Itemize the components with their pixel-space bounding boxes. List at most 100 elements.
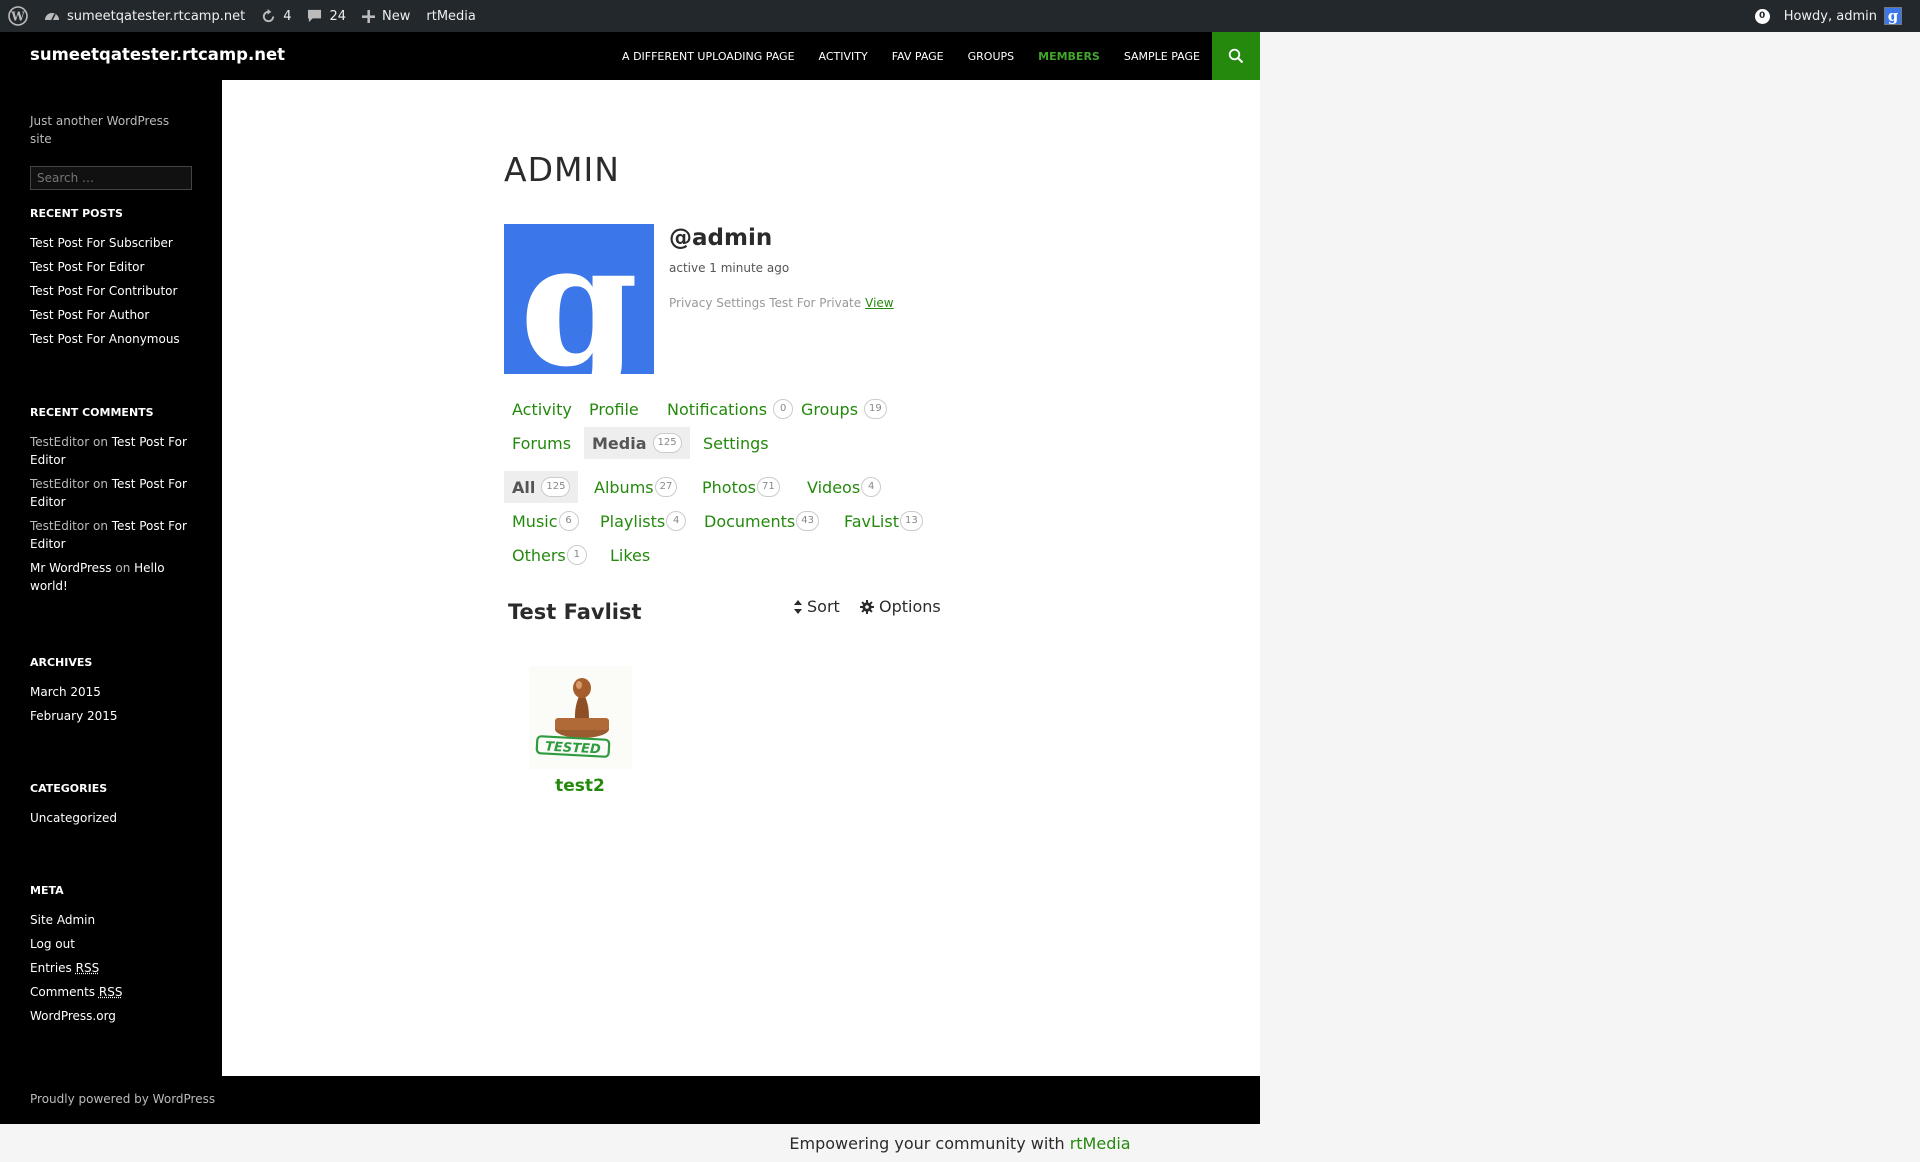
notifications-bubble[interactable]: 0 xyxy=(1754,8,1770,24)
tab-media[interactable]: Media 125 xyxy=(584,427,690,459)
tab-label: Photos xyxy=(702,477,756,497)
admin-bar-site-link[interactable]: sumeetqatester.rtcamp.net xyxy=(36,0,253,32)
tab-forums[interactable]: Forums xyxy=(504,427,579,459)
tab-label: Albums xyxy=(594,477,654,497)
comments-count: 24 xyxy=(329,8,347,24)
site-tagline: Just another WordPress site xyxy=(30,114,170,146)
admin-bar-comments[interactable]: 24 xyxy=(299,0,354,32)
options-button[interactable]: Options xyxy=(860,597,941,616)
sort-icon xyxy=(794,599,802,614)
recent-post-link[interactable]: Test Post For Editor xyxy=(30,258,200,276)
entries-rss-link[interactable]: Entries RSS xyxy=(30,959,200,977)
archives-heading: ARCHIVES xyxy=(30,656,93,669)
recent-post-link[interactable]: Test Post For Contributor xyxy=(30,282,200,300)
comment-on: on xyxy=(92,435,108,449)
category-link[interactable]: Uncategorized xyxy=(30,809,200,827)
admin-bar-new[interactable]: New xyxy=(354,0,418,32)
header-site-title[interactable]: sumeetqatester.rtcamp.net xyxy=(30,45,285,64)
admin-bar-updates[interactable]: 4 xyxy=(253,0,299,32)
stamp-text: TESTED xyxy=(545,740,602,758)
rtmedia-link[interactable]: rtMedia xyxy=(1070,1134,1131,1153)
search-icon xyxy=(1228,48,1244,64)
media-tab-music[interactable]: Music 6 xyxy=(504,505,587,537)
comment-author-link[interactable]: Mr WordPress xyxy=(30,561,112,575)
nav-item-uploading-page[interactable]: A DIFFERENT UPLOADING PAGE xyxy=(610,50,807,63)
recent-post-link[interactable]: Test Post For Subscriber xyxy=(30,234,200,252)
media-tab-others[interactable]: Others 1 xyxy=(504,539,595,571)
media-tab-documents[interactable]: Documents 43 xyxy=(696,505,827,537)
meta-heading: META xyxy=(30,884,64,897)
media-tab-videos[interactable]: Videos 4 xyxy=(799,471,889,503)
new-label: New xyxy=(382,8,411,24)
recent-comments-widget: RECENT COMMENTS TestEditor on Test Post … xyxy=(30,406,200,601)
recent-post-link[interactable]: Test Post For Author xyxy=(30,306,200,324)
media-tab-likes[interactable]: Likes xyxy=(602,539,658,571)
howdy-account-menu[interactable]: Howdy, admin xyxy=(1784,9,1877,24)
meta-widget: META Site Admin Log out Entries RSS Comm… xyxy=(30,884,200,1031)
categories-heading: CATEGORIES xyxy=(30,782,108,795)
media-tab-albums[interactable]: Albums 27 xyxy=(586,471,685,503)
media-tab-photos[interactable]: Photos 71 xyxy=(694,471,788,503)
profile-avatar[interactable]: g xyxy=(504,224,654,374)
nav-item-activity[interactable]: ACTIVITY xyxy=(807,50,880,63)
comments-label: Comments xyxy=(30,985,96,999)
count-badge: 27 xyxy=(654,477,678,497)
wordpress-org-link[interactable]: WordPress.org xyxy=(30,1007,200,1025)
tab-settings[interactable]: Settings xyxy=(695,427,777,459)
count-badge: 43 xyxy=(796,511,819,531)
tab-label: All xyxy=(512,477,536,497)
comment-author: TestEditor xyxy=(30,435,90,449)
gallery-title: Test Favlist xyxy=(508,600,642,624)
tab-profile[interactable]: Profile xyxy=(581,393,647,425)
user-avatar-icon[interactable]: g xyxy=(1884,7,1902,25)
comments-rss-link[interactable]: Comments RSS xyxy=(30,983,200,1001)
svg-text:g: g xyxy=(520,224,639,374)
count-badge: 0 xyxy=(773,399,794,419)
archive-link[interactable]: February 2015 xyxy=(30,707,200,725)
nav-item-sample-page[interactable]: SAMPLE PAGE xyxy=(1112,50,1212,63)
site-admin-link[interactable]: Site Admin xyxy=(30,911,200,929)
tab-label: Media xyxy=(592,433,647,453)
tab-label: Videos xyxy=(807,477,861,497)
comment-author: TestEditor xyxy=(30,519,90,533)
archive-link[interactable]: March 2015 xyxy=(30,683,200,701)
tab-label: Documents xyxy=(704,511,796,531)
recent-comment: TestEditor on Test Post For Editor xyxy=(30,433,200,469)
tab-activity[interactable]: Activity xyxy=(504,393,580,425)
media-title-link[interactable]: test2 xyxy=(504,776,656,796)
media-tab-playlists[interactable]: Playlists 4 xyxy=(592,505,694,537)
nav-item-members[interactable]: MEMBERS xyxy=(1026,50,1112,63)
tab-notifications[interactable]: Notifications 0 xyxy=(659,393,801,425)
tab-label: FavList xyxy=(844,511,899,531)
header-search-button[interactable] xyxy=(1212,32,1260,80)
wordpress-logo-icon[interactable]: W xyxy=(0,0,36,32)
tab-groups[interactable]: Groups 19 xyxy=(793,393,895,425)
media-thumbnail[interactable]: TESTED xyxy=(529,666,632,769)
count-badge: 19 xyxy=(864,399,887,419)
comment-on: on xyxy=(92,477,108,491)
nav-item-fav-page[interactable]: FAV PAGE xyxy=(880,50,956,63)
admin-bar-site-name: sumeetqatester.rtcamp.net xyxy=(67,8,246,24)
recent-post-link[interactable]: Test Post For Anonymous xyxy=(30,330,200,348)
powered-by-link[interactable]: Proudly powered by WordPress xyxy=(30,1092,215,1106)
comment-on: on xyxy=(115,561,131,575)
count-badge: 71 xyxy=(756,477,780,497)
count-badge: 13 xyxy=(899,511,923,531)
admin-bar-rtmedia[interactable]: rtMedia xyxy=(418,0,484,32)
page-title: ADMIN xyxy=(504,150,620,189)
tab-label: Forums xyxy=(512,433,572,453)
tab-label: Others xyxy=(512,545,566,565)
privacy-view-link[interactable]: View xyxy=(865,296,893,310)
media-tab-favlist[interactable]: FavList 13 xyxy=(836,505,931,537)
tab-label: Profile xyxy=(589,399,639,419)
sidebar-search-input[interactable] xyxy=(30,166,192,190)
tested-stamp-image: TESTED xyxy=(529,666,632,769)
refresh-icon xyxy=(263,8,275,22)
log-out-link[interactable]: Log out xyxy=(30,935,200,953)
privacy-note: Privacy Settings Test For Private View xyxy=(669,296,894,310)
archives-widget: ARCHIVES March 2015 February 2015 xyxy=(30,656,200,731)
nav-item-groups[interactable]: GROUPS xyxy=(956,50,1027,63)
count-badge: 125 xyxy=(652,433,682,453)
sort-button[interactable]: Sort xyxy=(794,597,840,616)
media-tab-all[interactable]: All 125 xyxy=(504,471,579,503)
